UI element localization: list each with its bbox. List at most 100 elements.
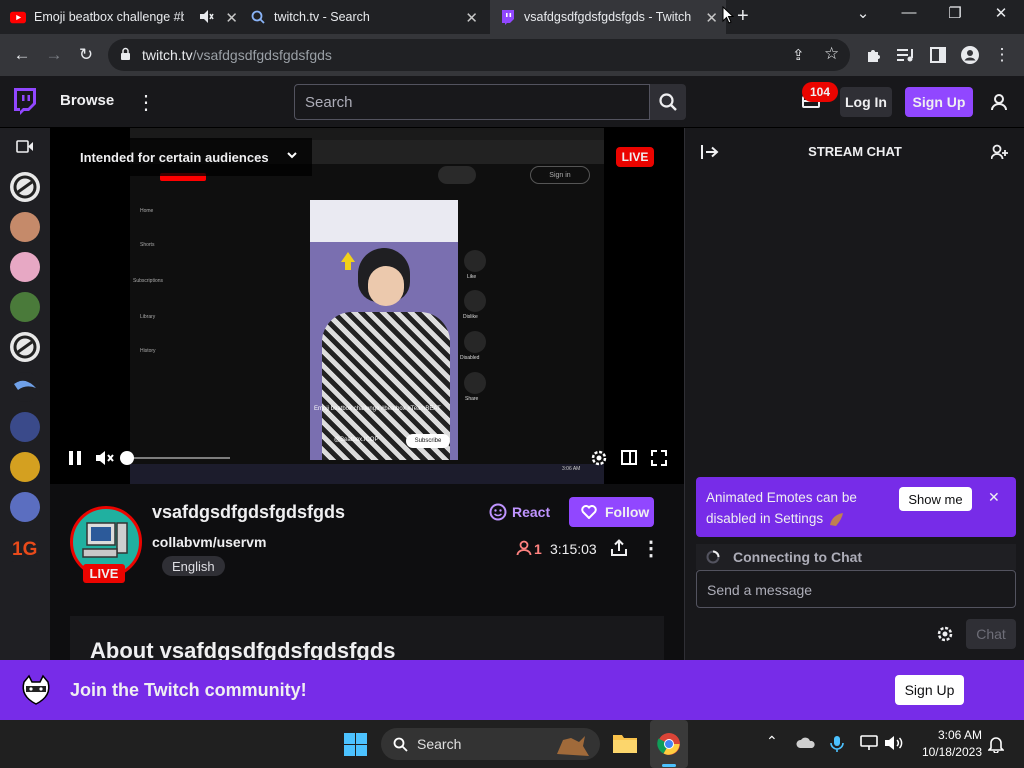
inner-tray-time: 3:06 AM (562, 466, 581, 472)
react-icon (489, 503, 507, 526)
volume-icon[interactable] (884, 735, 904, 756)
chat-send-button[interactable]: Chat (966, 619, 1016, 649)
search-button[interactable] (650, 84, 686, 120)
show-me-button[interactable]: Show me (899, 487, 972, 511)
tab-search-chevron-down-icon[interactable]: ⌄ (843, 4, 883, 22)
close-window-icon[interactable]: ✕ (981, 4, 1021, 22)
side-panel-icon[interactable] (926, 43, 950, 67)
heart-icon (581, 505, 597, 519)
chrome-taskbar-button[interactable] (650, 720, 688, 768)
react-button[interactable]: React (512, 504, 550, 520)
lock-icon (120, 47, 131, 66)
extensions-puzzle-icon[interactable] (862, 43, 886, 67)
chat-settings-gear-icon[interactable] (936, 625, 954, 648)
profile-icon[interactable] (958, 43, 982, 67)
follow-label: Follow (605, 504, 650, 520)
file-explorer-icon[interactable] (612, 732, 638, 759)
follow-button[interactable]: Follow (569, 497, 654, 527)
clock-time[interactable]: 3:06 AM (920, 728, 982, 742)
network-icon[interactable] (860, 735, 878, 756)
browser-toolbar: ← → ↻ twitch.tv/vsafdgsdfgdsfgdsfgds ⇪ ☆… (0, 34, 1024, 76)
channel-avatar[interactable] (10, 252, 40, 282)
taskbar-search-box[interactable]: Search (381, 728, 600, 760)
share-icon[interactable]: ⇪ (792, 46, 805, 64)
video-player[interactable]: Sign in Home Shorts Subscriptions Librar… (50, 128, 684, 484)
address-bar[interactable]: twitch.tv/vsafdgsdfgdsfgdsfgds ⇪ ☆ (108, 39, 850, 71)
browser-tab-strip: Emoji beatbox challenge #b ✕ twitch.tv -… (0, 0, 1024, 34)
twitch-top-nav: Browse ⋮ Search 104 Log In Sign Up (0, 76, 1024, 128)
channel-avatar[interactable] (10, 452, 40, 482)
close-tab-icon[interactable]: ✕ (225, 9, 238, 27)
share-icon[interactable] (611, 539, 627, 562)
content-warning-bar[interactable]: Intended for certain audiences (50, 138, 312, 176)
signup-button[interactable]: Sign Up (905, 87, 973, 117)
channel-avatar[interactable]: 1G (10, 532, 40, 562)
minimize-icon[interactable]: — (889, 4, 929, 21)
channel-avatar[interactable] (10, 332, 40, 362)
fullscreen-icon[interactable] (651, 450, 667, 471)
followed-channels-rail: 1G (0, 128, 50, 660)
chrome-menu-icon[interactable]: ⋮ (990, 43, 1014, 67)
tab-search[interactable]: twitch.tv - Search ✕ (250, 0, 486, 34)
media-control-icon[interactable] (894, 43, 918, 67)
channel-name[interactable]: vsafdgsdfgdsfgdsfgds (152, 502, 345, 523)
close-tab-icon[interactable]: ✕ (705, 9, 718, 27)
volume-slider[interactable] (128, 457, 230, 459)
forward-arrow-icon[interactable]: → (42, 43, 66, 67)
more-menu-icon[interactable]: ⋮ (136, 90, 156, 115)
person-face (368, 266, 404, 306)
tab-twitch[interactable]: vsafdgsdfgdsfgdsfgds - Twitch ✕ (490, 0, 726, 34)
settings-gear-icon[interactable] (590, 449, 608, 472)
inner-dislike-icon (464, 290, 486, 312)
tab-title: Emoji beatbox challenge #b (34, 10, 184, 24)
mouse-cursor-icon (722, 5, 735, 29)
reload-icon[interactable]: ↻ (74, 43, 98, 67)
banner-signup-button[interactable]: Sign Up (895, 675, 964, 705)
windows-start-icon[interactable] (344, 733, 367, 761)
browse-link[interactable]: Browse (60, 92, 114, 109)
channel-avatar[interactable] (10, 412, 40, 442)
theatre-mode-icon[interactable] (621, 450, 637, 470)
chat-message-input[interactable]: Send a message (696, 570, 1016, 608)
inner-comments-icon (464, 331, 486, 353)
notifications-bell-icon[interactable] (987, 735, 1005, 758)
tray-overflow-chevron-icon[interactable]: ⌃ (766, 733, 778, 750)
community-users-icon[interactable] (990, 144, 1009, 165)
new-tab-plus-icon[interactable]: + (737, 5, 749, 28)
volume-slider-thumb[interactable] (120, 451, 134, 465)
channel-avatar[interactable] (10, 292, 40, 322)
inner-taskbar (130, 464, 604, 484)
close-notice-icon[interactable]: ✕ (988, 489, 1000, 506)
close-tab-icon[interactable]: ✕ (465, 9, 478, 27)
user-menu-icon[interactable] (990, 93, 1008, 116)
about-panel: About vsafdgsdfgdsfgdsfgds (70, 616, 664, 663)
login-button[interactable]: Log In (840, 87, 892, 117)
search-icon (250, 9, 266, 25)
speaker-mute-icon[interactable] (200, 10, 214, 26)
inner-like-icon (464, 250, 486, 272)
notification-count-badge: 104 (802, 82, 838, 102)
restore-icon[interactable]: ❐ (935, 4, 975, 22)
viewer-count-icon (516, 540, 532, 561)
recommended-video-icon[interactable] (16, 140, 34, 158)
channel-avatar[interactable] (10, 212, 40, 242)
search-input[interactable]: Search (294, 84, 650, 120)
channel-avatar[interactable] (10, 372, 40, 402)
inner-short-video: Emoji beatbox challenge #beatbox #TeamBE… (310, 200, 458, 460)
language-tag[interactable]: English (162, 556, 225, 576)
tab-youtube[interactable]: Emoji beatbox challenge #b ✕ (10, 0, 246, 34)
volume-muted-icon[interactable] (95, 450, 115, 471)
clock-date[interactable]: 10/18/2023 (912, 745, 982, 759)
stream-chat: STREAM CHAT Animated Emotes can be disab… (684, 128, 1024, 660)
stream-category[interactable]: collabvm/uservm (152, 534, 266, 550)
more-options-icon[interactable]: ⋮ (641, 536, 661, 561)
connecting-status: Connecting to Chat (696, 544, 1016, 570)
channel-avatar[interactable] (10, 172, 40, 202)
microphone-icon[interactable] (830, 735, 844, 758)
channel-avatar[interactable] (10, 492, 40, 522)
back-arrow-icon[interactable]: ← (10, 43, 34, 67)
twitch-logo-icon[interactable] (12, 88, 38, 121)
onedrive-icon[interactable] (796, 736, 816, 755)
pause-icon[interactable] (68, 450, 82, 471)
bookmark-star-icon[interactable]: ☆ (824, 44, 839, 64)
